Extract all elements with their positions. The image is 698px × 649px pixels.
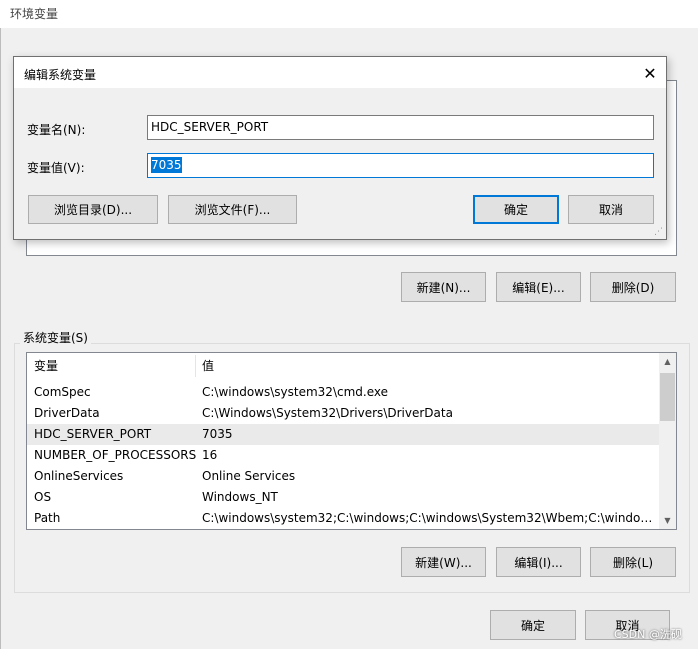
variable-value-cell: Online Services: [202, 469, 296, 483]
variable-value-selected-text: 7035: [151, 157, 182, 173]
table-row[interactable]: OS Windows_NT: [27, 487, 659, 508]
system-delete-button[interactable]: 删除(L): [590, 547, 676, 577]
scroll-up-arrow-icon[interactable]: ▲: [659, 353, 676, 370]
dialog-cancel-button[interactable]: 取消: [568, 195, 654, 224]
variable-name-label: 变量名(N):: [27, 123, 86, 137]
dialog-titlebar[interactable]: 编辑系统变量 ✕: [14, 57, 666, 88]
variable-name-cell: HDC_SERVER_PORT: [34, 427, 152, 441]
scrollbar-thumb[interactable]: [660, 373, 675, 421]
variable-name-cell: NUMBER_OF_PROCESSORS: [34, 448, 197, 462]
edit-system-variable-dialog: 编辑系统变量 ✕ 变量名(N): HDC_SERVER_PORT 变量值(V):…: [13, 56, 667, 240]
outer-titlebar: [0, 0, 698, 28]
table-row[interactable]: ComSpec C:\windows\system32\cmd.exe: [27, 382, 659, 403]
user-delete-button[interactable]: 删除(D): [590, 272, 676, 302]
user-new-button[interactable]: 新建(N)...: [401, 272, 486, 302]
watermark: CSDN @洗砚: [614, 628, 682, 641]
variable-name-cell: DriverData: [34, 406, 100, 420]
resize-grip-icon[interactable]: ⋰: [654, 227, 663, 237]
user-edit-button[interactable]: 编辑(E)...: [496, 272, 581, 302]
browse-directory-button[interactable]: 浏览目录(D)...: [28, 195, 158, 224]
table-row[interactable]: NUMBER_OF_PROCESSORS 16: [27, 445, 659, 466]
variable-name-cell: Path: [34, 511, 61, 525]
dialog-ok-button[interactable]: 确定: [473, 195, 559, 224]
scroll-down-arrow-icon[interactable]: ▼: [659, 512, 676, 529]
variable-name-cell: OnlineServices: [34, 469, 124, 483]
variable-name-value: HDC_SERVER_PORT: [151, 120, 269, 134]
system-variables-list[interactable]: 变量 值 ComSpec C:\windows\system32\cmd.exe D…: [26, 352, 677, 530]
table-row[interactable]: DriverData C:\Windows\System32\Drivers\Dr…: [27, 403, 659, 424]
system-variables-label: 系统变量(S): [20, 329, 91, 346]
variable-value-cell: 16: [202, 448, 218, 462]
variable-name-cell: ComSpec: [34, 385, 91, 399]
outer-window-title: 环境变量: [10, 7, 59, 21]
table-row[interactable]: Path C:\windows\system32;C:\windows;C:\wi…: [27, 508, 659, 529]
variable-value-cell: C:\windows\system32\cmd.exe: [202, 385, 388, 399]
vertical-scrollbar[interactable]: ▲ ▼: [659, 353, 676, 529]
browse-file-button[interactable]: 浏览文件(F)...: [168, 195, 297, 224]
variable-name-cell: OS: [34, 490, 52, 504]
list-header: 变量 值: [27, 353, 659, 379]
variable-value-cell: C:\Windows\System32\Drivers\DriverData: [202, 406, 453, 420]
system-new-button[interactable]: 新建(W)...: [401, 547, 486, 577]
column-header-variable[interactable]: 变量: [27, 353, 195, 379]
outer-ok-button[interactable]: 确定: [490, 610, 576, 640]
system-edit-button[interactable]: 编辑(I)...: [496, 547, 581, 577]
variable-name-input[interactable]: HDC_SERVER_PORT: [147, 115, 654, 140]
dialog-title: 编辑系统变量: [24, 68, 97, 82]
column-header-value[interactable]: 值: [195, 353, 655, 379]
outer-window-border: [0, 28, 1, 649]
variable-value-cell: Windows_NT: [202, 490, 278, 504]
close-icon[interactable]: ✕: [638, 61, 662, 85]
variable-value-label: 变量值(V):: [27, 161, 85, 175]
variable-value-input[interactable]: 7035: [147, 153, 654, 178]
table-row[interactable]: OnlineServices Online Services: [27, 466, 659, 487]
variable-value-cell: C:\windows\system32;C:\windows;C:\window…: [202, 511, 657, 525]
variable-value-cell: 7035: [202, 427, 233, 441]
table-row[interactable]: HDC_SERVER_PORT 7035: [27, 424, 659, 445]
